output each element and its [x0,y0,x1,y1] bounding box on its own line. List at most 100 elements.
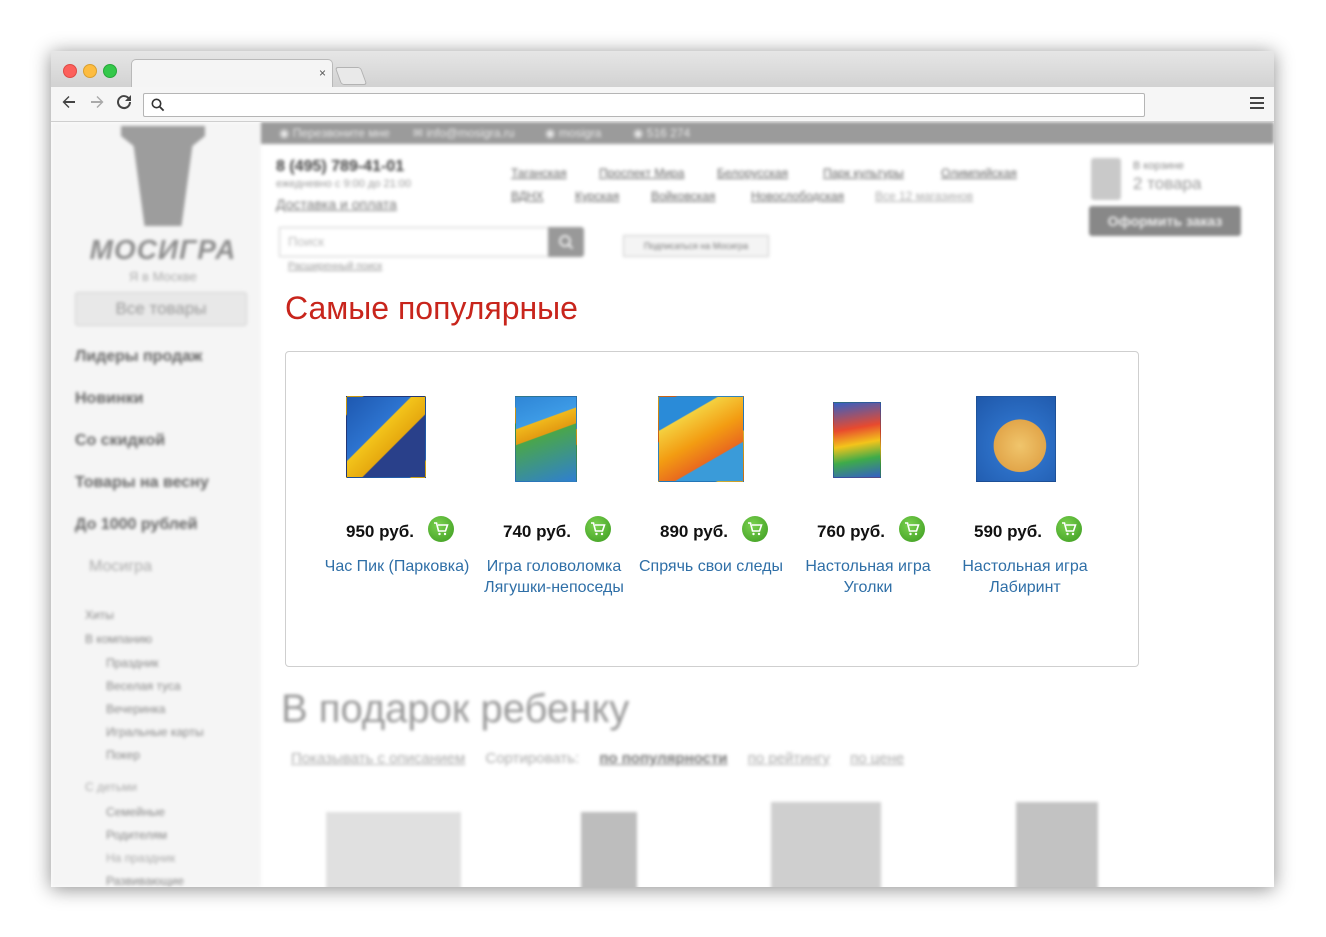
sort-by-price[interactable]: по цене [850,750,904,767]
cart-icon [905,522,920,536]
metro-link[interactable]: Курская [575,189,619,203]
checkout-button[interactable]: Оформить заказ [1089,206,1241,236]
product-card[interactable]: 760 руб. Настольная игра Уголки [789,352,947,666]
product-image[interactable] [976,396,1056,482]
cart-label: В корзине [1133,160,1184,172]
search-button[interactable] [548,227,584,257]
sidebar-sub-item[interactable]: Родителям [106,828,167,842]
search-icon [151,98,165,112]
add-to-cart-button[interactable] [428,516,454,542]
reload-button[interactable] [114,94,134,114]
metro-link[interactable]: Олимпийская [941,166,1017,180]
product-card[interactable]: 590 руб. Настольная игра Лабиринт [946,352,1104,666]
metro-link[interactable]: Парк культуры [823,166,904,180]
sidebar-item[interactable]: До 1000 рублей [75,516,197,534]
sort-by-popularity[interactable]: по популярности [599,750,727,767]
close-window-button[interactable] [63,64,77,78]
browser-tab[interactable]: × [131,59,333,88]
sidebar-sub-item[interactable]: Покер [106,748,140,762]
add-to-cart-button[interactable] [742,516,768,542]
metro-link[interactable]: Войковская [651,189,715,203]
sidebar-sub-item[interactable]: Хиты [85,608,114,622]
metro-link[interactable]: Белорусская [717,166,788,180]
metro-link[interactable]: Проспект Мира [599,166,684,180]
product-card[interactable]: 740 руб. Игра головоломка Лягушки-непосе… [475,352,633,666]
sort-by-rating[interactable]: по рейтингу [748,750,830,767]
search-input[interactable]: Поиск [279,227,549,257]
gift-product-image[interactable] [771,802,881,887]
browser-window: × ◉ Перезвоните мне ✉ info@mosigra.ru ◉ … [51,51,1274,887]
cart-icon [591,522,606,536]
product-name-link[interactable]: Настольная игра Лабиринт [946,556,1104,598]
zoom-window-button[interactable] [103,64,117,78]
product-name-link[interactable]: Игра головоломка Лягушки-непоседы [475,556,633,598]
sidebar-sub-item[interactable]: Развивающие [106,874,184,887]
sidebar-sub-item[interactable]: Семейные [106,805,165,819]
tab-close-icon[interactable]: × [319,66,326,80]
sidebar-sub-item[interactable]: На праздник [106,851,175,865]
sidebar-item[interactable]: Лидеры продаж [75,348,202,366]
forward-button[interactable] [87,94,107,114]
logo-building-icon [121,126,205,226]
sidebar-item[interactable]: Со скидкой [75,432,165,450]
working-hours: ежедневно с 9:00 до 21:00 [276,178,412,190]
sort-bar: Показывать с описанием Сортировать: по п… [291,750,920,767]
subscribe-button[interactable]: Подписаться на Мосигра [623,235,769,257]
gift-product-image[interactable] [1016,802,1098,887]
cart-icon [1091,158,1121,200]
product-price: 760 руб. [817,522,885,541]
top-strip-item: ✉ info@mosigra.ru [413,126,515,140]
city-selector[interactable]: Я в Москве [73,269,253,284]
minimize-window-button[interactable] [83,64,97,78]
sidebar-sub-item[interactable]: Праздник [106,656,159,670]
sidebar-section[interactable]: Мосигра [89,558,152,576]
top-strip-item: ◉ 516 274 [633,126,691,140]
search-placeholder: Поиск [288,234,325,249]
product-image[interactable] [515,396,577,482]
gift-product-image[interactable] [581,812,637,887]
product-card[interactable]: 890 руб. Спрячь свои следы [632,352,790,666]
popular-products-panel: 950 руб. Час Пик (Парковка) 740 руб. Игр… [285,351,1139,667]
advanced-search-link[interactable]: Расширенный поиск [288,261,382,272]
sidebar-item[interactable]: Новинки [75,390,144,408]
add-to-cart-button[interactable] [585,516,611,542]
sidebar-sub-item[interactable]: В компанию [85,632,152,646]
product-image[interactable] [658,396,744,482]
address-bar[interactable] [143,93,1145,117]
sidebar-sub-item[interactable]: С детьми [85,780,137,794]
tab-bar: × [51,51,1274,88]
product-price: 740 руб. [503,522,571,541]
all-stores-link[interactable]: Все 12 магазинов [875,189,973,203]
product-image[interactable] [346,396,426,478]
new-tab-button[interactable] [334,67,368,85]
product-card[interactable]: 950 руб. Час Пик (Парковка) [318,352,476,666]
product-name-link[interactable]: Час Пик (Парковка) [318,556,476,577]
cart-count[interactable]: 2 товара [1133,174,1201,194]
gift-product-image[interactable] [326,812,461,887]
back-button[interactable] [59,94,79,114]
arrow-right-icon [91,96,104,108]
cart-icon [748,522,763,536]
sidebar-sub-item[interactable]: Веселая туса [106,679,181,693]
sidebar-sub-item[interactable]: Игральные карты [106,725,204,739]
add-to-cart-button[interactable] [899,516,925,542]
product-name-link[interactable]: Настольная игра Уголки [789,556,947,598]
metro-link[interactable]: ВДНХ [511,189,544,203]
product-price: 590 руб. [974,522,1042,541]
product-price: 950 руб. [346,522,414,541]
all-goods-button[interactable]: Все товары [75,292,247,326]
phone-number: 8 (495) 789-41-01 [276,158,405,175]
product-name-link[interactable]: Спрячь свои следы [632,556,790,577]
metro-link[interactable]: Таганская [511,166,567,180]
metro-link[interactable]: Новослободская [751,189,844,203]
search-icon [559,235,574,250]
sort-label: Сортировать: [485,750,580,767]
delivery-link[interactable]: Доставка и оплата [276,196,397,212]
show-description-link[interactable]: Показывать с описанием [291,750,465,767]
sidebar-sub-item[interactable]: Вечеринка [106,702,165,716]
product-image[interactable] [833,402,881,478]
sidebar-item[interactable]: Товары на весну [75,474,209,492]
add-to-cart-button[interactable] [1056,516,1082,542]
arrow-left-icon [62,96,75,108]
hamburger-icon[interactable] [1250,97,1264,111]
